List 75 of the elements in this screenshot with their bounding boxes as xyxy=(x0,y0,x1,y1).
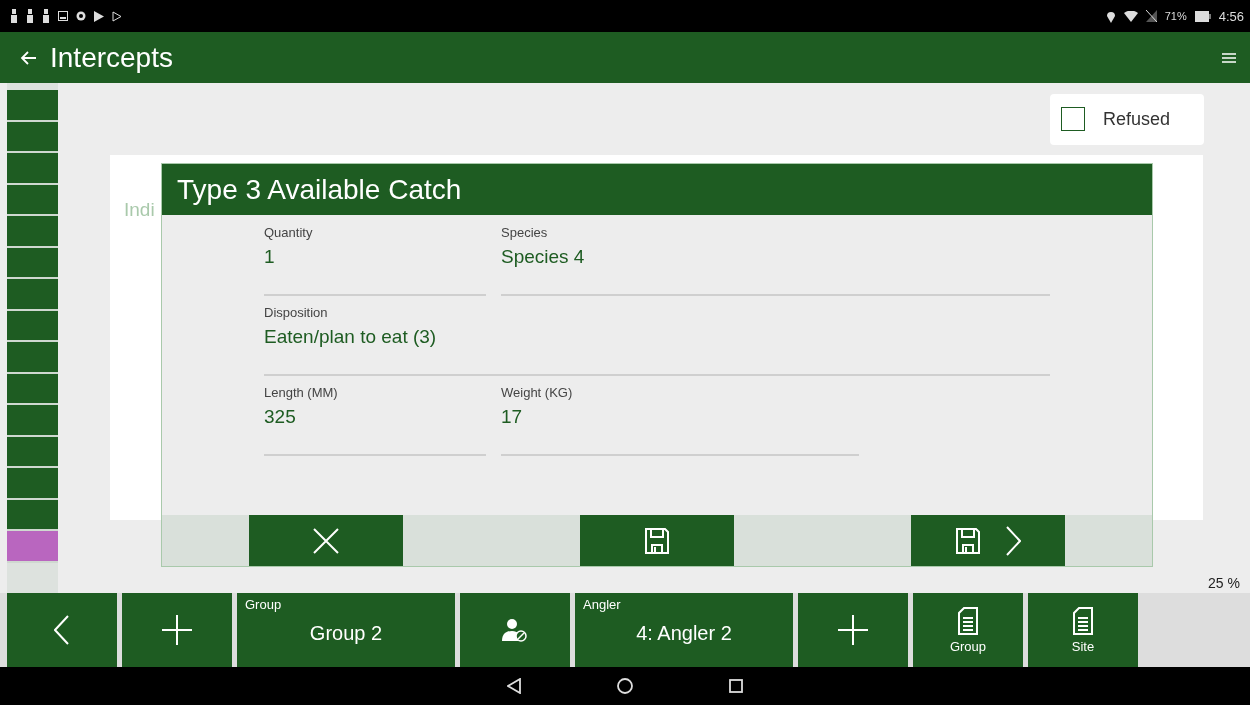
strip-cell[interactable] xyxy=(7,216,58,248)
back-arrow-icon[interactable] xyxy=(20,50,36,65)
form-field[interactable]: Disposition Eaten/plan to eat (3) xyxy=(264,305,1050,376)
save-next-button[interactable] xyxy=(911,515,1065,566)
chevron-left-icon xyxy=(54,615,70,645)
notification-icon xyxy=(42,9,50,23)
plus-icon xyxy=(162,615,192,645)
play-store-icon xyxy=(94,10,104,22)
notification-icon xyxy=(10,9,18,23)
form-field[interactable]: Weight (KG) 17 xyxy=(501,385,859,456)
strip-cell[interactable] xyxy=(7,405,58,437)
refused-label: Refused xyxy=(1103,108,1171,130)
battery-percent: 71% xyxy=(1164,10,1187,22)
form-field[interactable]: Length (MM) 325 xyxy=(264,385,486,456)
field-label: Species xyxy=(501,225,549,240)
document-icon xyxy=(958,606,978,635)
field-label: Disposition xyxy=(264,305,329,320)
refused-checkbox[interactable] xyxy=(1061,107,1085,131)
save-icon xyxy=(644,526,670,555)
remove-angler-button[interactable] xyxy=(460,593,570,667)
field-value: Eaten/plan to eat (3) xyxy=(264,326,438,348)
menu-icon[interactable] xyxy=(1222,52,1236,63)
report-button[interactable]: Site xyxy=(1028,593,1138,667)
shield-icon xyxy=(76,11,86,21)
document-icon xyxy=(1073,606,1093,635)
field-value: 325 xyxy=(264,406,297,428)
selector-label: Angler xyxy=(583,597,621,612)
selector-button[interactable]: Group Group 2 xyxy=(237,593,455,667)
strip-cell[interactable] xyxy=(7,90,58,122)
field-label: Quantity xyxy=(264,225,314,240)
strip-cell[interactable] xyxy=(7,436,58,468)
field-label: Weight (KG) xyxy=(501,385,574,400)
strip-cell[interactable] xyxy=(7,247,58,279)
form-field[interactable]: Quantity 1 xyxy=(264,225,486,296)
strip-cell[interactable] xyxy=(7,184,58,216)
strip-cell[interactable] xyxy=(7,531,58,563)
strip-cell[interactable] xyxy=(7,342,58,374)
screen-title: Intercepts xyxy=(50,41,174,74)
dialog-title: Type 3 Available Catch xyxy=(162,164,1152,215)
field-value: 17 xyxy=(501,406,524,428)
strip-cell[interactable] xyxy=(7,499,58,531)
progress-percent: 25 % xyxy=(1208,575,1240,591)
field-value: Species 4 xyxy=(501,246,586,268)
wifi-icon xyxy=(1123,10,1138,22)
notification-icon xyxy=(26,9,34,23)
strip-cell[interactable] xyxy=(7,153,58,185)
image-icon xyxy=(58,11,68,21)
selector-value: Group 2 xyxy=(309,621,383,645)
form-field[interactable]: Species Species 4 xyxy=(501,225,1050,296)
selector-button[interactable]: Angler 4: Angler 2 xyxy=(575,593,793,667)
person-blocked-icon xyxy=(502,617,528,643)
save-button[interactable] xyxy=(580,515,734,566)
field-value: 1 xyxy=(264,246,276,268)
battery-icon xyxy=(1194,10,1211,22)
strip-cell[interactable] xyxy=(7,373,58,405)
clock: 4:56 xyxy=(1218,8,1244,24)
play-icon xyxy=(112,10,122,22)
nav-recents-icon[interactable] xyxy=(729,679,743,693)
no-signal-icon xyxy=(1145,10,1157,22)
field-label: Length (MM) xyxy=(264,385,339,400)
strip-cell[interactable] xyxy=(7,310,58,342)
selector-label: Group xyxy=(245,597,282,612)
background-text: Indi xyxy=(124,199,155,220)
nav-back-icon[interactable] xyxy=(507,678,521,694)
strip-cell[interactable] xyxy=(7,279,58,311)
plus-icon xyxy=(838,615,868,645)
strip-cell[interactable] xyxy=(7,121,58,153)
location-icon xyxy=(1105,9,1116,23)
chevron-right-icon xyxy=(1005,525,1021,556)
report-button[interactable]: Group xyxy=(913,593,1023,667)
strip-cell[interactable] xyxy=(7,468,58,500)
save-icon xyxy=(955,526,981,555)
selector-value: 4: Angler 2 xyxy=(636,621,732,645)
nav-home-icon[interactable] xyxy=(617,678,633,694)
close-icon xyxy=(313,527,339,554)
